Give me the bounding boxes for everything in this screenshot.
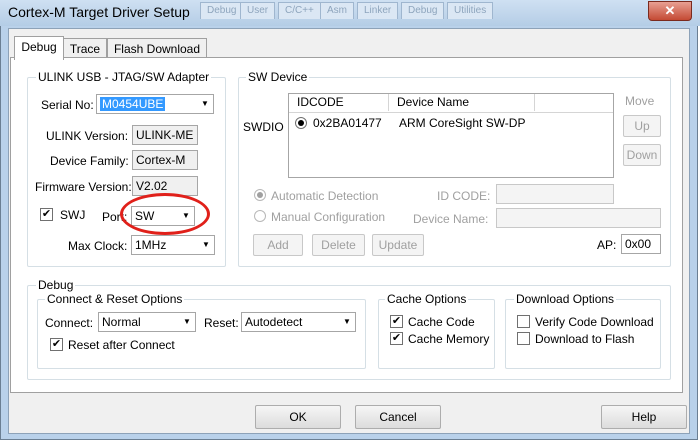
ap-field[interactable]: 0x00	[621, 234, 661, 254]
download-to-flash-label: Download to Flash	[535, 332, 635, 346]
cache-code-label: Cache Code	[408, 315, 475, 329]
sw-device-legend: SW Device	[246, 70, 310, 84]
max-clock-select[interactable]: 1MHz ▼	[131, 235, 215, 255]
serial-number-select[interactable]: M0454UBE ▼	[96, 94, 214, 114]
connect-label: Connect:	[45, 316, 94, 330]
background-tab: Debug	[200, 2, 244, 19]
column-header-idcode[interactable]: IDCODE	[289, 94, 389, 111]
reset-after-connect-label: Reset after Connect	[68, 338, 175, 352]
swj-label: SWJ	[60, 208, 86, 222]
device-family-field: Cortex-M	[132, 150, 198, 170]
serial-number-value: M0454UBE	[100, 97, 166, 111]
ulink-version-label: ULINK Version:	[46, 129, 129, 143]
table-row[interactable]: 0x2BA01477 ARM CoreSight SW-DP	[289, 114, 613, 132]
max-clock-value: 1MHz	[135, 238, 167, 252]
move-down-button[interactable]: Down	[623, 144, 661, 166]
reset-after-connect-checkbox[interactable]: ✔	[50, 338, 63, 351]
row-idcode: 0x2BA01477	[313, 116, 382, 130]
reset-label: Reset:	[204, 316, 239, 330]
move-up-button[interactable]: Up	[623, 115, 661, 137]
verify-code-download-label: Verify Code Download	[535, 315, 654, 329]
ok-button[interactable]: OK	[255, 405, 341, 429]
row-device-name: ARM CoreSight SW-DP	[399, 116, 526, 130]
background-tab: Asm	[320, 2, 354, 19]
chevron-down-icon: ▼	[338, 313, 355, 331]
connect-select[interactable]: Normal ▼	[98, 312, 196, 332]
background-tab: Linker	[357, 2, 399, 19]
delete-button[interactable]: Delete	[312, 234, 365, 256]
connect-reset-group	[37, 299, 366, 369]
column-header-device-name[interactable]: Device Name	[389, 94, 535, 111]
automatic-detection-label: Automatic Detection	[271, 189, 379, 203]
id-code-field[interactable]	[496, 184, 614, 204]
tab-debug[interactable]: Debug	[14, 36, 64, 60]
swdio-label: SWDIO	[243, 120, 284, 134]
cancel-button[interactable]: Cancel	[355, 405, 441, 429]
reset-value: Autodetect	[245, 315, 303, 329]
window-title: Cortex-M Target Driver Setup	[8, 4, 190, 20]
selected-row-radio[interactable]	[295, 117, 307, 129]
sw-device-table[interactable]: IDCODE Device Name 0x2BA01477 ARM CoreSi…	[288, 93, 614, 178]
cache-memory-checkbox[interactable]: ✔	[390, 332, 403, 345]
background-tab: Debug	[401, 2, 445, 19]
cache-options-legend: Cache Options	[385, 292, 469, 306]
cache-memory-label: Cache Memory	[408, 332, 490, 346]
ap-label: AP:	[597, 238, 617, 252]
help-button[interactable]: Help	[601, 405, 687, 429]
download-to-flash-checkbox[interactable]	[517, 332, 530, 345]
add-button[interactable]: Add	[253, 234, 303, 256]
background-tab: C/C++	[278, 2, 321, 19]
connect-reset-legend: Connect & Reset Options	[45, 292, 185, 306]
device-name-field[interactable]	[496, 208, 661, 228]
close-button[interactable]: ✕	[648, 1, 692, 21]
title-bar[interactable]: Cortex-M Target Driver Setup Debug User …	[0, 0, 700, 26]
firmware-version-label: Firmware Version:	[35, 180, 132, 194]
ulink-version-field: ULINK-ME	[132, 125, 198, 145]
download-options-legend: Download Options	[514, 292, 617, 306]
move-label: Move	[625, 94, 655, 108]
device-family-label: Device Family:	[50, 154, 129, 168]
table-header: IDCODE Device Name	[289, 94, 613, 113]
chevron-down-icon: ▼	[197, 236, 214, 254]
manual-configuration-radio[interactable]	[254, 210, 266, 222]
background-tab: Utilities	[447, 2, 494, 19]
background-tab: User	[240, 2, 276, 19]
debug-legend: Debug	[36, 278, 76, 292]
automatic-detection-radio[interactable]	[254, 189, 266, 201]
chevron-down-icon: ▼	[178, 313, 195, 331]
tab-flash-download[interactable]: Flash Download	[107, 38, 207, 59]
device-name-label: Device Name:	[413, 212, 489, 226]
highlight-circle	[120, 193, 210, 235]
swj-checkbox[interactable]: ✔	[40, 208, 53, 221]
ulink-group-legend: ULINK USB - JTAG/SW Adapter	[36, 70, 212, 84]
reset-select[interactable]: Autodetect ▼	[241, 312, 356, 332]
cache-code-checkbox[interactable]: ✔	[390, 315, 403, 328]
close-icon: ✕	[664, 3, 676, 18]
tab-trace[interactable]: Trace	[63, 38, 107, 59]
manual-configuration-label: Manual Configuration	[271, 210, 386, 224]
serial-number-label: Serial No:	[41, 98, 94, 112]
verify-code-download-checkbox[interactable]	[517, 315, 530, 328]
update-button[interactable]: Update	[372, 234, 424, 256]
chevron-down-icon: ▼	[196, 95, 213, 113]
id-code-label: ID CODE:	[437, 189, 491, 203]
connect-value: Normal	[102, 315, 141, 329]
max-clock-label: Max Clock:	[68, 239, 128, 253]
